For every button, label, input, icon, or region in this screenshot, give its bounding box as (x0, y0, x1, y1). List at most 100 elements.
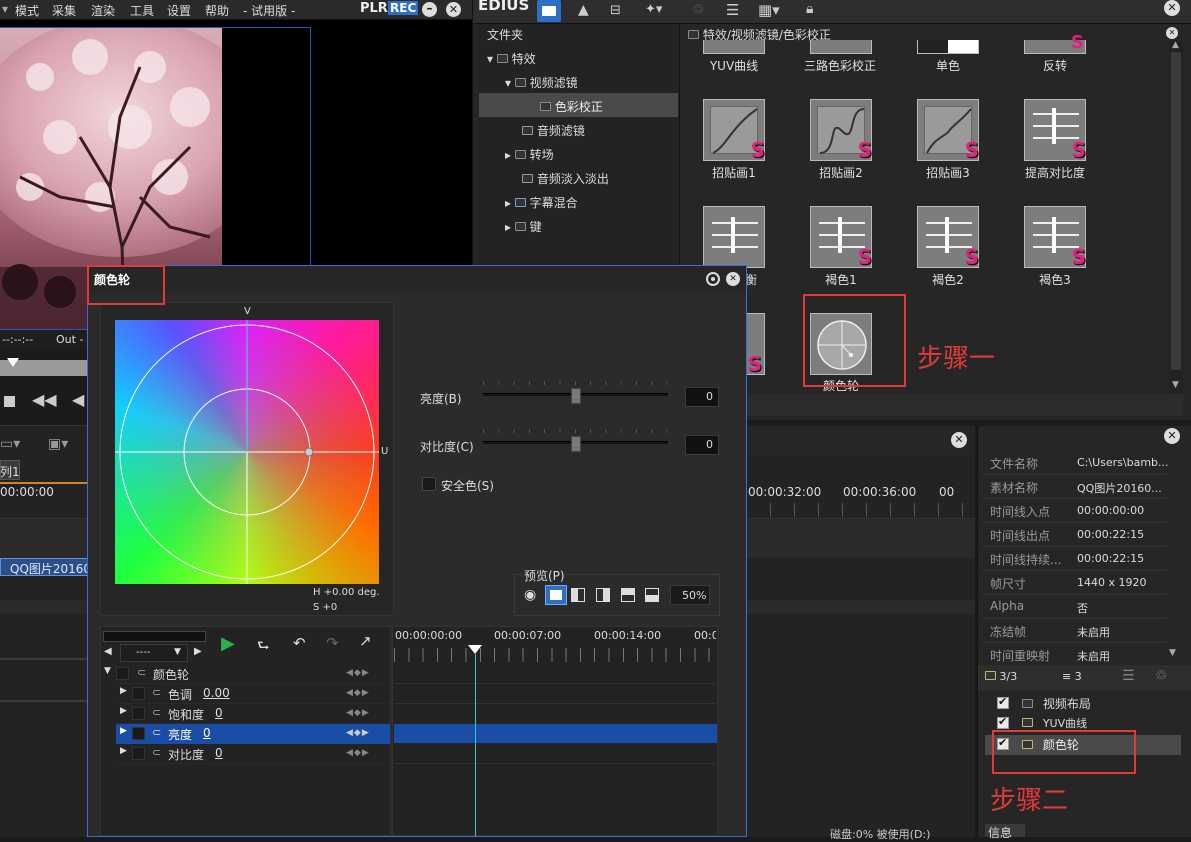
keyframe-buttons[interactable]: ◀◆▶ (346, 708, 370, 718)
menu-item-capture[interactable]: 采集 (52, 2, 76, 19)
kf-row-selected[interactable] (394, 724, 717, 743)
redo-icon[interactable]: ↷ (326, 634, 339, 652)
dialog-close-icon[interactable]: ✕ (726, 272, 740, 286)
path-close-icon[interactable]: ✕ (1166, 27, 1178, 39)
save-tool-icon[interactable]: ▣▾ (48, 436, 68, 452)
tree-item-video-filters[interactable]: ▾ 视频滤镜 (505, 74, 578, 91)
keyframe-buttons[interactable]: ◀◆▶ (346, 728, 370, 738)
param-expand-icon[interactable]: ▶ (120, 706, 127, 716)
loop-icon[interactable]: ⮑ (257, 635, 270, 659)
menu-item-settings[interactable]: 设置 (167, 2, 191, 19)
effect-wand-icon[interactable]: ✦▾ (645, 2, 662, 17)
tree-item-title-mix[interactable]: ▸ 字幕混合 (505, 194, 578, 211)
contrast-slider-handle[interactable] (571, 436, 581, 452)
param-checkbox[interactable] (132, 727, 145, 740)
param-checkbox[interactable] (116, 667, 129, 680)
param-expand-icon[interactable]: ▶ (120, 746, 127, 756)
param-checkbox[interactable] (132, 687, 145, 700)
effect-thumb-partial[interactable] (917, 40, 979, 54)
step-back-icon[interactable]: ◀ (72, 390, 84, 409)
param-expand-icon[interactable]: ▼ (104, 666, 111, 676)
rewind-icon[interactable]: ◀◀ (32, 390, 57, 409)
stop-icon[interactable] (4, 396, 15, 407)
next-arrow-icon[interactable]: ▶ (194, 646, 202, 657)
effect-thumb-balance[interactable] (703, 206, 765, 268)
safe-color-checkbox[interactable] (422, 477, 436, 491)
param-checkbox[interactable] (132, 707, 145, 720)
info-scroll-down-icon[interactable]: ▼ (1169, 648, 1176, 658)
info-list-icon[interactable]: ☰ (1122, 668, 1135, 684)
trash-icon[interactable]: ♲ (692, 2, 705, 18)
layer-item[interactable]: YUV曲线 (1022, 715, 1087, 731)
effect-thumb-sepia3[interactable]: S (1024, 206, 1086, 269)
effect-thumb-sepia1[interactable]: S (810, 206, 872, 269)
preview-split-top-button[interactable] (621, 588, 635, 602)
transfer-icon[interactable]: ⊟ (610, 3, 621, 18)
list-view-icon[interactable]: ☰ (726, 1, 739, 19)
preview-split-bottom-button[interactable] (645, 588, 659, 602)
effect-thumb-poster1[interactable]: S (703, 99, 765, 162)
close-icon[interactable]: ✕ (446, 2, 461, 17)
layer-checkbox[interactable] (997, 695, 1009, 709)
edius-close-icon[interactable]: ✕ (1164, 0, 1180, 16)
eye-icon[interactable]: ◉ (524, 587, 536, 603)
effect-thumb-partial-row3[interactable]: S (745, 313, 765, 376)
param-value[interactable]: 0 (215, 746, 223, 760)
undo-icon[interactable]: ↶ (293, 634, 306, 652)
menu-item-tools[interactable]: 工具 (130, 2, 154, 19)
param-expand-icon[interactable]: ▶ (120, 726, 127, 736)
param-value[interactable]: 0 (215, 706, 223, 720)
play-icon[interactable]: ▶ (221, 633, 235, 654)
preview-split-left-button[interactable] (571, 588, 585, 602)
timeline-close-icon[interactable]: ✕ (951, 432, 967, 448)
keyframe-buttons[interactable]: ◀◆▶ (346, 688, 370, 698)
color-wheel-canvas[interactable] (115, 320, 379, 584)
scroll-up-icon[interactable]: ▲ (1172, 40, 1179, 50)
tree-item-keys[interactable]: ▸ 键 (505, 218, 542, 235)
effect-thumb-partial[interactable] (810, 40, 872, 54)
tree-item-effects[interactable]: ▾ 特效 (487, 50, 536, 67)
effect-thumb-poster2[interactable]: S (810, 99, 872, 162)
menu-item-help[interactable]: 帮助 (205, 2, 229, 19)
tree-item-audio-fade[interactable]: 音频淡入淡出 (522, 170, 609, 187)
grid-view-icon[interactable]: ▦▾ (758, 1, 780, 19)
menu-item-render[interactable]: 渲染 (91, 2, 115, 19)
contrast-value[interactable]: 0 (685, 435, 719, 455)
keyframe-buttons[interactable]: ◀◆▶ (346, 748, 370, 758)
tree-item-transitions[interactable]: ▸ 转场 (505, 146, 554, 163)
effect-thumb-partial[interactable] (703, 40, 765, 54)
keyframe-buttons[interactable]: ◀◆▶ (346, 668, 370, 678)
dialog-settings-icon[interactable] (706, 272, 720, 286)
info-trash-icon[interactable]: ♲ (1155, 668, 1168, 684)
triangle-icon[interactable]: ▲ (578, 2, 589, 18)
effect-thumb-sepia2[interactable]: S (917, 206, 979, 269)
preview-split-right-button[interactable] (596, 588, 610, 602)
brightness-slider-handle[interactable] (571, 388, 581, 404)
brightness-value[interactable]: 0 (685, 387, 719, 407)
rec-button[interactable]: REC (388, 1, 419, 15)
folder-open-tool-icon[interactable]: ▭▾ (0, 436, 20, 452)
folder-view-button[interactable] (537, 0, 561, 22)
effects-hscroll[interactable] (679, 394, 1183, 416)
layer-item[interactable]: 视频布局 (1022, 695, 1091, 712)
scroll-thumb[interactable] (1171, 52, 1181, 370)
param-value[interactable]: 0 (203, 726, 211, 740)
layer-checkbox[interactable] (997, 715, 1009, 729)
graph-icon[interactable]: ↗ (359, 632, 372, 650)
scroll-down-icon[interactable]: ▼ (1172, 380, 1179, 390)
tree-item-audio-filters[interactable]: 音频滤镜 (522, 122, 585, 139)
preview-full-button[interactable] (545, 585, 567, 605)
param-checkbox[interactable] (132, 747, 145, 760)
menu-item-mode[interactable]: 模式 (15, 2, 39, 19)
effect-thumb-contrast[interactable]: S (1024, 99, 1086, 162)
param-value[interactable]: 0.00 (203, 686, 230, 700)
prev-arrow-icon[interactable]: ◀ (104, 646, 112, 657)
lock-icon[interactable]: 🔒︎ (806, 1, 813, 17)
plr-label[interactable]: PLR (360, 1, 388, 16)
effect-thumb-partial[interactable]: S (1024, 32, 1086, 54)
menu-collapse-icon[interactable]: ▾ (2, 2, 8, 16)
kf-playhead-marker[interactable] (468, 645, 482, 654)
param-expand-icon[interactable]: ▶ (120, 686, 127, 696)
minimize-icon[interactable]: – (422, 2, 437, 17)
info-close-icon[interactable]: ✕ (1164, 428, 1180, 444)
